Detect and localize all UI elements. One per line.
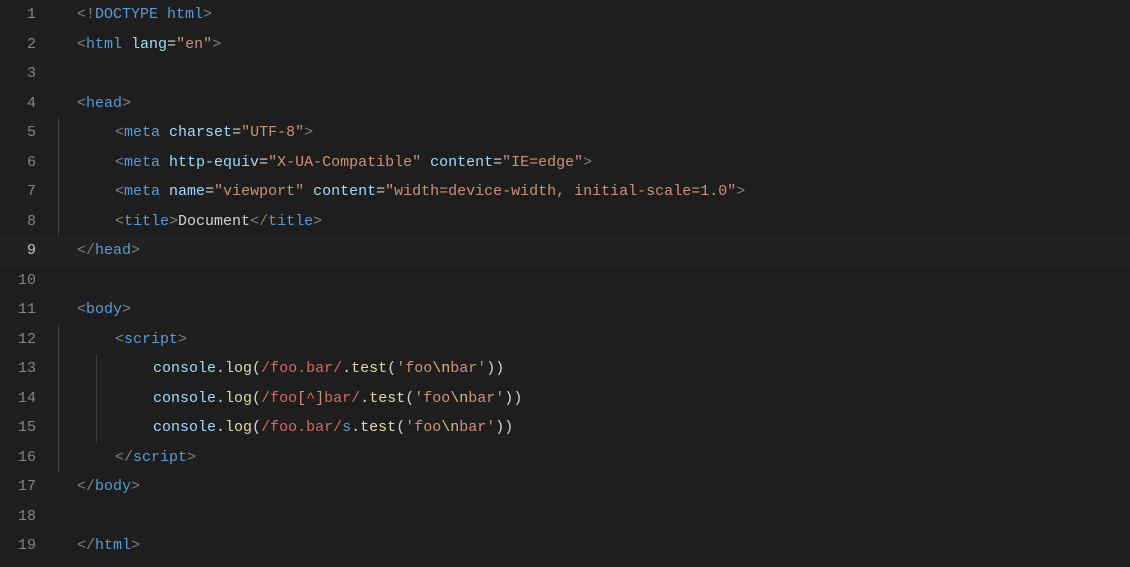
code-editor[interactable]: 1 2 3 4 5 6 7 8 9 10 11 12 13 14 15 16 1… xyxy=(0,0,1130,567)
line-number: 6 xyxy=(0,148,36,178)
code-line[interactable]: <title>Document</title> xyxy=(58,207,1130,237)
line-number-active: 9 xyxy=(0,236,36,266)
line-number: 2 xyxy=(0,30,36,60)
line-number: 7 xyxy=(0,177,36,207)
code-line[interactable] xyxy=(58,266,1130,296)
code-line[interactable]: <body> xyxy=(58,295,1130,325)
line-number: 10 xyxy=(0,266,36,296)
line-number: 16 xyxy=(0,443,36,473)
line-number: 8 xyxy=(0,207,36,237)
line-number: 4 xyxy=(0,89,36,119)
code-line[interactable] xyxy=(58,59,1130,89)
line-number: 3 xyxy=(0,59,36,89)
code-line-active[interactable]: </head> xyxy=(58,236,1130,266)
line-number: 15 xyxy=(0,413,36,443)
code-line[interactable]: <meta http-equiv="X-UA-Compatible" conte… xyxy=(58,148,1130,178)
line-number: 19 xyxy=(0,531,36,561)
code-line[interactable]: console.log(/foo[^]bar/.test('foo\nbar')… xyxy=(58,384,1130,414)
code-line[interactable] xyxy=(58,502,1130,532)
line-number: 11 xyxy=(0,295,36,325)
active-line-highlight xyxy=(0,236,1130,266)
code-line[interactable]: <html lang="en"> xyxy=(58,30,1130,60)
line-number-gutter: 1 2 3 4 5 6 7 8 9 10 11 12 13 14 15 16 1… xyxy=(0,0,58,567)
code-line[interactable]: <meta charset="UTF-8"> xyxy=(58,118,1130,148)
line-number: 14 xyxy=(0,384,36,414)
code-line[interactable]: console.log(/foo.bar/s.test('foo\nbar')) xyxy=(58,413,1130,443)
line-number: 17 xyxy=(0,472,36,502)
code-line[interactable]: <head> xyxy=(58,89,1130,119)
line-number: 5 xyxy=(0,118,36,148)
line-number: 13 xyxy=(0,354,36,384)
code-line[interactable]: </html> xyxy=(58,531,1130,561)
code-line[interactable]: </script> xyxy=(58,443,1130,473)
code-content[interactable]: <!DOCTYPE html> <html lang="en"> <head> … xyxy=(58,0,1130,567)
code-line[interactable]: <!DOCTYPE html> xyxy=(58,0,1130,30)
line-number: 1 xyxy=(0,0,36,30)
code-line[interactable]: console.log(/foo.bar/.test('foo\nbar')) xyxy=(58,354,1130,384)
line-number: 18 xyxy=(0,502,36,532)
code-line[interactable]: <script> xyxy=(58,325,1130,355)
line-number: 12 xyxy=(0,325,36,355)
code-line[interactable]: </body> xyxy=(58,472,1130,502)
code-line[interactable]: <meta name="viewport" content="width=dev… xyxy=(58,177,1130,207)
